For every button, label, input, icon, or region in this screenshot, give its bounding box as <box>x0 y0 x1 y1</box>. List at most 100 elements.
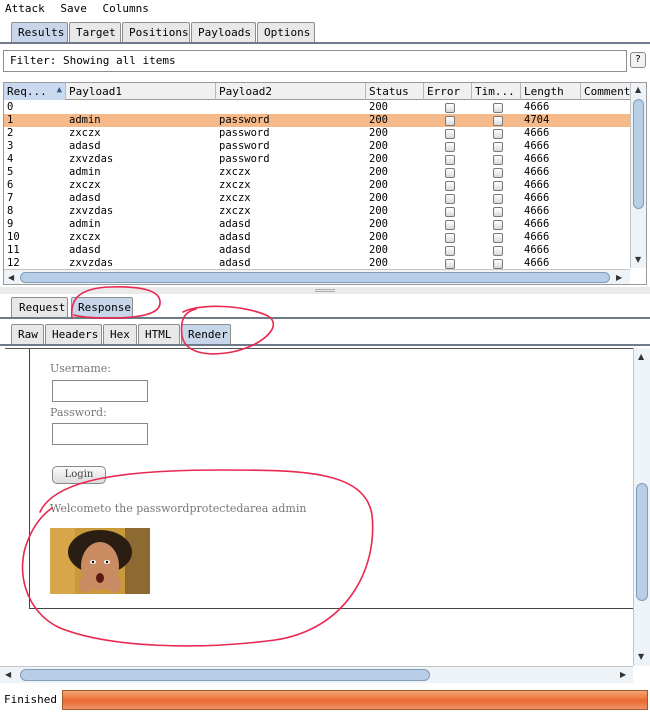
tab-response[interactable]: Response <box>71 297 133 317</box>
error-checkbox[interactable] <box>445 194 455 204</box>
tab-render[interactable]: Render <box>181 324 231 344</box>
table-row[interactable]: 9 admin adasd 200 4666 <box>4 218 630 231</box>
scroll-thumb[interactable] <box>633 99 644 209</box>
login-button[interactable]: Login <box>52 466 106 484</box>
tab-headers[interactable]: Headers <box>45 324 102 344</box>
scroll-thumb[interactable] <box>636 483 648 601</box>
pane-splitter[interactable] <box>0 287 650 294</box>
scroll-right-arrow-icon[interactable]: ▶ <box>616 273 622 282</box>
table-row[interactable]: 7 adasd zxczx 200 4666 <box>4 192 630 205</box>
scroll-left-arrow-icon[interactable]: ◀ <box>8 273 14 282</box>
timeout-checkbox[interactable] <box>493 194 503 204</box>
rendered-page: Username: Password: Login Welcometo the … <box>29 349 633 609</box>
tab-request[interactable]: Request <box>11 297 68 317</box>
cell-length: 4666 <box>524 205 550 217</box>
table-row[interactable]: 6 zxczx zxczx 200 4666 <box>4 179 630 192</box>
tab-payloads[interactable]: Payloads <box>191 22 256 42</box>
table-horizontal-scrollbar[interactable]: ◀ ▶ <box>4 269 630 284</box>
cell-p2 <box>216 101 366 114</box>
error-checkbox[interactable] <box>445 155 455 165</box>
tab-target[interactable]: Target <box>69 22 121 42</box>
table-row[interactable]: 2 zxczx password 200 4666 <box>4 127 630 140</box>
table-row[interactable]: 5 admin zxczx 200 4666 <box>4 166 630 179</box>
scroll-thumb[interactable] <box>20 272 610 283</box>
scroll-left-arrow-icon[interactable]: ◀ <box>5 670 11 679</box>
col-comment[interactable]: Comment <box>581 83 630 100</box>
tab-raw[interactable]: Raw <box>11 324 44 344</box>
scroll-up-arrow-icon[interactable]: ▲ <box>635 85 641 94</box>
cell-length: 4666 <box>524 179 550 191</box>
cell-length: 4704 <box>524 114 550 126</box>
table-row[interactable]: 4 zxvzdas password 200 4666 <box>4 153 630 166</box>
error-checkbox[interactable] <box>445 116 455 126</box>
menu-columns[interactable]: Columns <box>98 0 153 15</box>
cell-req: 5 <box>7 166 14 178</box>
table-body: 0 200 4666 1 admin password 200 4704 2 zxczx passw… <box>4 101 630 270</box>
error-checkbox[interactable] <box>445 259 455 269</box>
table-row[interactable]: 0 200 4666 <box>4 101 630 114</box>
error-checkbox[interactable] <box>445 233 455 243</box>
menu-bar: Attack Save Columns <box>0 0 650 18</box>
password-field[interactable] <box>52 423 148 445</box>
timeout-checkbox[interactable] <box>493 233 503 243</box>
table-row[interactable]: 1 admin password 200 4704 <box>4 114 630 127</box>
table-vertical-scrollbar[interactable]: ▲ ▼ <box>630 83 646 268</box>
col-request[interactable]: Req... ▲ <box>4 83 66 100</box>
splitter-grip-icon[interactable] <box>315 289 335 292</box>
timeout-checkbox[interactable] <box>493 246 503 256</box>
tab-positions[interactable]: Positions <box>122 22 190 42</box>
timeout-checkbox[interactable] <box>493 142 503 152</box>
scroll-down-arrow-icon[interactable]: ▼ <box>638 652 644 661</box>
cell-req: 1 <box>7 114 14 126</box>
results-table: Req... ▲ Payload1 Payload2 Status Error … <box>3 82 647 285</box>
filter-bar[interactable]: Filter: Showing all items <box>3 50 627 72</box>
error-checkbox[interactable] <box>445 246 455 256</box>
tab-options[interactable]: Options <box>257 22 315 42</box>
col-payload2[interactable]: Payload2 <box>216 83 366 100</box>
status-text: Finished <box>4 693 57 706</box>
col-timeout[interactable]: Tim... <box>472 83 521 100</box>
scroll-up-arrow-icon[interactable]: ▲ <box>638 352 644 361</box>
scroll-right-arrow-icon[interactable]: ▶ <box>620 670 626 679</box>
timeout-checkbox[interactable] <box>493 207 503 217</box>
table-row[interactable]: 10 zxczx adasd 200 4666 <box>4 231 630 244</box>
scroll-down-arrow-icon[interactable]: ▼ <box>635 255 641 264</box>
table-row[interactable]: 3 adasd password 200 4666 <box>4 140 630 153</box>
tab-html[interactable]: HTML <box>138 324 180 344</box>
timeout-checkbox[interactable] <box>493 155 503 165</box>
help-icon[interactable]: ? <box>630 52 646 68</box>
cell-p2: zxczx <box>219 192 251 204</box>
col-length[interactable]: Length <box>521 83 581 100</box>
timeout-checkbox[interactable] <box>493 220 503 230</box>
error-checkbox[interactable] <box>445 220 455 230</box>
col-error[interactable]: Error <box>424 83 472 100</box>
error-checkbox[interactable] <box>445 207 455 217</box>
timeout-checkbox[interactable] <box>493 103 503 113</box>
menu-attack[interactable]: Attack <box>0 0 49 15</box>
error-checkbox[interactable] <box>445 142 455 152</box>
render-vertical-scrollbar[interactable]: ▲ ▼ <box>633 348 650 666</box>
tab-results[interactable]: Results <box>11 22 68 42</box>
error-checkbox[interactable] <box>445 168 455 178</box>
timeout-checkbox[interactable] <box>493 259 503 269</box>
scroll-thumb[interactable] <box>20 669 430 681</box>
timeout-checkbox[interactable] <box>493 129 503 139</box>
tab-hex[interactable]: Hex <box>103 324 137 344</box>
table-row[interactable]: 11 adasd adasd 200 4666 <box>4 244 630 257</box>
username-field[interactable] <box>52 380 148 402</box>
menu-save[interactable]: Save <box>55 0 91 15</box>
cell-status: 200 <box>369 127 388 139</box>
col-payload1[interactable]: Payload1 <box>66 83 216 100</box>
error-checkbox[interactable] <box>445 129 455 139</box>
table-row[interactable]: 8 zxvzdas zxczx 200 4666 <box>4 205 630 218</box>
error-checkbox[interactable] <box>445 181 455 191</box>
col-status[interactable]: Status <box>366 83 424 100</box>
tab-divider <box>0 344 650 346</box>
cell-p1: adasd <box>69 192 101 204</box>
cell-req: 2 <box>7 127 14 139</box>
timeout-checkbox[interactable] <box>493 181 503 191</box>
render-horizontal-scrollbar[interactable]: ◀ ▶ <box>0 666 633 683</box>
timeout-checkbox[interactable] <box>493 116 503 126</box>
error-checkbox[interactable] <box>445 103 455 113</box>
timeout-checkbox[interactable] <box>493 168 503 178</box>
